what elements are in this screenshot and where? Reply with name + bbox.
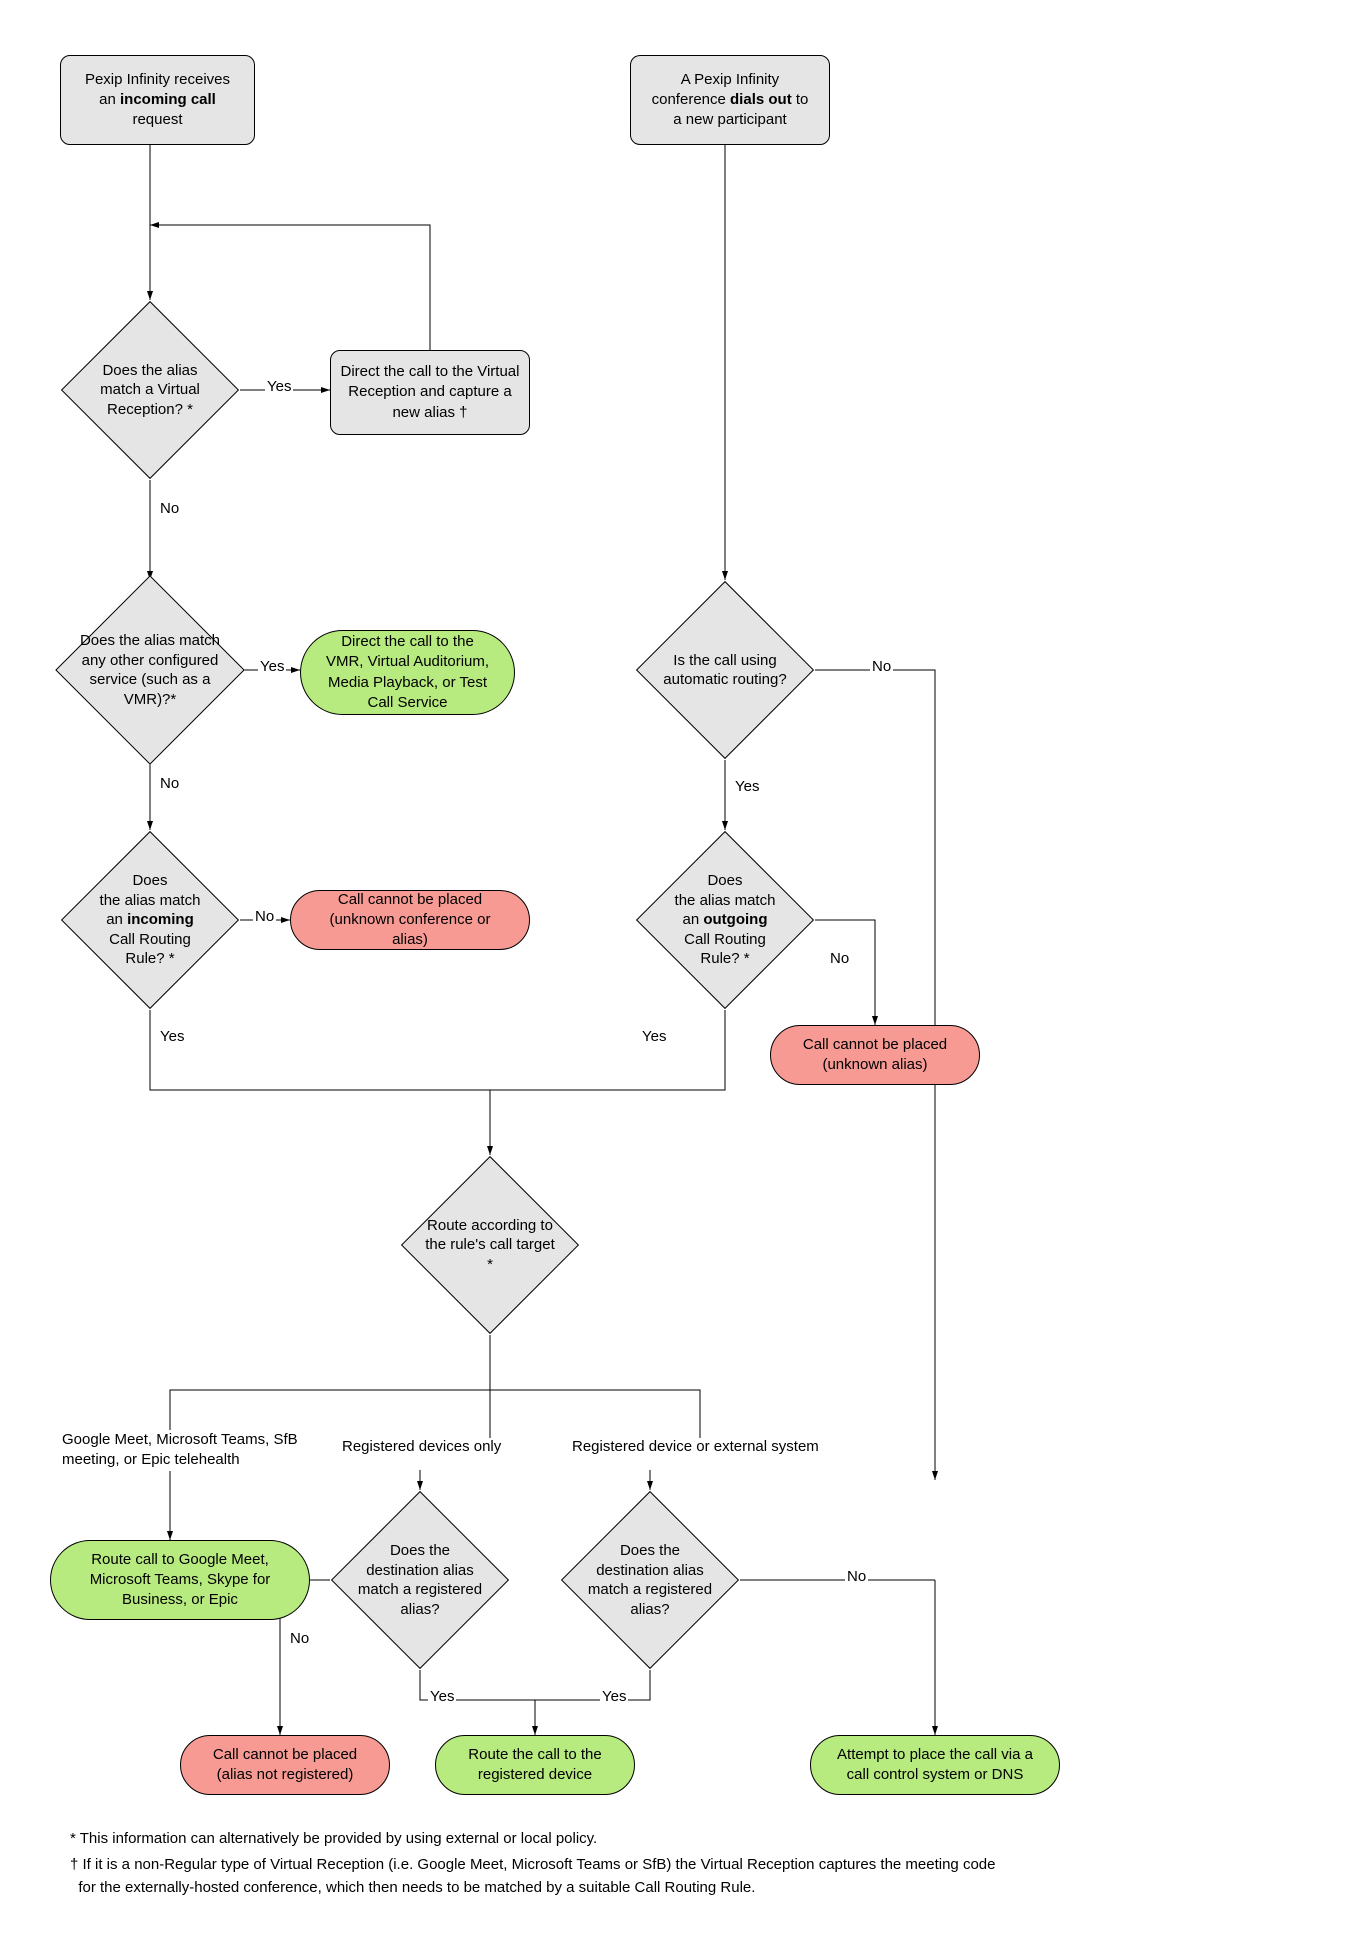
text: A Pexip Infinity [681, 71, 779, 88]
label-yes: Yes [158, 1028, 186, 1045]
text: Does [132, 872, 167, 889]
text: Call cannot be placed (unknown conferenc… [311, 890, 509, 951]
text: Direct the call to the VMR, Virtual Audi… [321, 632, 494, 713]
text: Pexip Infinity receives [85, 71, 230, 88]
footnote-2a: † If it is a non-Regular type of Virtual… [70, 1856, 995, 1873]
pill-dns: Attempt to place the call via a call con… [810, 1735, 1060, 1795]
text: an [106, 911, 127, 928]
diamond-vr: Does the alias match a Virtual Reception… [60, 300, 240, 480]
start-incoming: Pexip Infinity receives an incoming call r… [60, 55, 255, 145]
diamond-out-rule: Does the alias match an outgoing Call Routi… [635, 830, 815, 1010]
pill-reg: Route the call to the registered device [435, 1735, 635, 1795]
vr-capture: Direct the call to the Virtual Reception… [330, 350, 530, 435]
branch-label-2: Registered devices only [340, 1438, 503, 1455]
text: Attempt to place the call via a call con… [831, 1745, 1039, 1786]
flowchart-canvas: { "nodes": { "start_in_l1": "Pexip Infin… [0, 0, 1360, 1943]
label-yes: Yes [258, 658, 286, 675]
text: Does the alias match a Virtual Reception… [84, 361, 216, 420]
text: Does the alias match any other configure… [79, 631, 221, 709]
text-bold: outgoing [703, 911, 767, 928]
text: Direct the call to the Virtual Reception… [339, 362, 521, 423]
text: the alias match [675, 892, 776, 909]
label-yes: Yes [600, 1688, 628, 1705]
text: Call cannot be placed (alias not registe… [201, 1745, 369, 1786]
text-bold: incoming [127, 911, 194, 928]
text: Is the call using automatic routing? [659, 651, 791, 690]
label-no: No [253, 908, 276, 925]
diamond-route: Route according to the rule's call targe… [400, 1155, 580, 1335]
text: Call Routing [109, 931, 191, 948]
text: Does the destination alias match a regis… [584, 1541, 716, 1619]
text: Call cannot be placed (unknown alias) [791, 1035, 959, 1076]
text-bold: dials out [730, 91, 792, 108]
diamond-in-rule: Does the alias match an incoming Call Routi… [60, 830, 240, 1010]
label-no: No [870, 658, 893, 675]
label-no: No [288, 1630, 311, 1647]
footnote-1: * This information can alternatively be … [70, 1828, 995, 1851]
text: Does [707, 872, 742, 889]
label-yes: Yes [733, 778, 761, 795]
diamond-reg1: Does the destination alias match a regis… [330, 1490, 510, 1670]
text: Rule? * [700, 950, 749, 967]
diamond-service: Does the alias match any other configure… [55, 575, 245, 765]
label-no: No [845, 1568, 868, 1585]
diamond-auto: Is the call using automatic routing? [635, 580, 815, 760]
pill-unknown-alias: Call cannot be placed (unknown alias) [770, 1025, 980, 1085]
pill-service: Direct the call to the VMR, Virtual Audi… [300, 630, 515, 715]
text-bold: incoming call [120, 91, 216, 108]
pill-unknown-conf: Call cannot be placed (unknown conferenc… [290, 890, 530, 950]
diamond-reg2: Does the destination alias match a regis… [560, 1490, 740, 1670]
text: conference [652, 91, 730, 108]
label-yes: Yes [640, 1028, 668, 1045]
pill-gm: Route call to Google Meet, Microsoft Tea… [50, 1540, 310, 1620]
pill-not-reg: Call cannot be placed (alias not registe… [180, 1735, 390, 1795]
footnotes: * This information can alternatively be … [70, 1828, 995, 1904]
text: the alias match [100, 892, 201, 909]
label-yes: Yes [265, 378, 293, 395]
text: Does the destination alias match a regis… [354, 1541, 486, 1619]
text: Route the call to the registered device [456, 1745, 614, 1786]
text: to [792, 91, 809, 108]
label-no: No [158, 500, 181, 517]
branch-label-1: Google Meet, Microsoft Teams, SfB meetin… [60, 1430, 310, 1471]
branch-label-3: Registered device or external system [570, 1438, 821, 1455]
label-yes: Yes [428, 1688, 456, 1705]
label-no: No [158, 775, 181, 792]
footnote-2b: for the externally-hosted conference, wh… [78, 1879, 755, 1896]
start-outgoing: A Pexip Infinity conference dials out toa… [630, 55, 830, 145]
text: a new participant [673, 111, 786, 128]
text: Route according to the rule's call targe… [424, 1216, 556, 1275]
text: an [682, 911, 703, 928]
text: an [99, 91, 120, 108]
text: Route call to Google Meet, Microsoft Tea… [71, 1550, 289, 1611]
text: request [132, 111, 182, 128]
label-no: No [828, 950, 851, 967]
text: Call Routing [684, 931, 766, 948]
text: Rule? * [125, 950, 174, 967]
